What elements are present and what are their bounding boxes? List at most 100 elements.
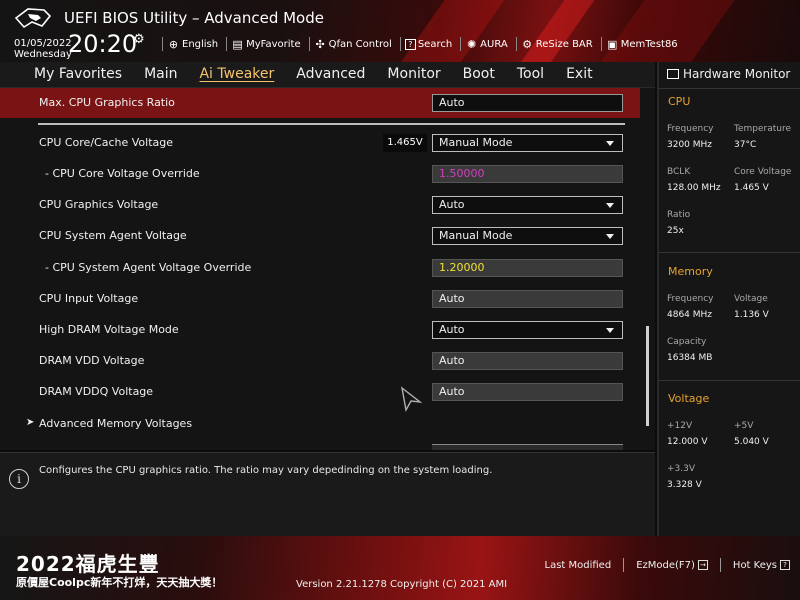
ratio-value: 25x [667,226,684,236]
chevron-right-icon: ➤ [26,417,35,428]
voltage-readout: 1.465V [383,134,427,152]
tab-monitor[interactable]: Monitor [387,66,440,82]
dram-vddq-voltage-input[interactable]: Auto [432,383,623,401]
cpu-section-heading: CPU [668,95,691,108]
hot-keys-button[interactable]: Hot Keys? [733,560,790,571]
bclk-label: BCLK [667,167,691,177]
aura-button[interactable]: ✺ AURA [465,38,508,51]
cpu-system-agent-voltage-override-input[interactable]: 1.20000 [432,259,623,277]
gear-icon[interactable]: ⚙ [133,32,145,47]
info-icon: i [9,469,29,489]
promo-banner-subtitle: 原價屋Coolpc新年不打烊，天天抽大獎！ [16,576,223,589]
voltage-section-heading: Voltage [668,392,710,405]
cpu-input-voltage-input[interactable]: Auto [432,290,623,308]
myfavorite-button[interactable]: ▤ MyFavorite [231,37,300,51]
cpu-frequency-label: Frequency [667,124,714,134]
capacity-label: Capacity [667,337,707,347]
dram-vdd-voltage-input[interactable]: Auto [432,352,623,370]
tab-tool[interactable]: Tool [517,66,544,82]
submenu-label: Advanced Memory Voltages [39,417,193,430]
v33-value: 3.328 V [667,480,702,490]
last-modified-button[interactable]: Last Modified [545,560,612,571]
help-text: Configures the CPU graphics ratio. The r… [39,465,493,476]
memtest-icon: ▣ [607,37,618,51]
mouse-cursor-icon [400,386,422,412]
memory-frequency-value: 4864 MHz [667,310,713,320]
exit-arrow-icon: → [697,560,708,570]
hardware-monitor-title: Hardware Monitor [667,67,790,81]
memtest86-button[interactable]: ▣ MemTest86 [606,38,678,51]
tab-ai-tweaker[interactable]: Ai Tweaker [199,66,274,82]
setting-label: CPU Input Voltage [39,292,139,305]
setting-label: - CPU Core Voltage Override [45,167,200,180]
v5-value: 5.040 V [734,437,769,447]
cpu-system-agent-voltage-select[interactable]: Manual Mode [432,227,623,245]
v33-label: +3.3V [667,464,696,474]
setting-row-cpu-graphics-voltage[interactable]: CPU Graphics Voltage Auto [0,190,640,220]
hardware-monitor-panel: Hardware Monitor CPU Frequency Temperatu… [657,62,800,536]
v12-label: +12V [667,421,693,431]
cpu-core-voltage-override-input[interactable]: 1.50000 [432,165,623,183]
v5-label: +5V [734,421,754,431]
cpu-frequency-value: 3200 MHz [667,140,713,150]
ratio-label: Ratio [667,210,691,220]
setting-row-cpu-core-voltage-override[interactable]: - CPU Core Voltage Override 1.50000 [0,159,640,189]
tab-boot[interactable]: Boot [463,66,495,82]
memory-voltage-value: 1.136 V [734,310,769,320]
setting-label: CPU Graphics Voltage [39,198,159,211]
tab-main[interactable]: Main [144,66,177,82]
setting-label: CPU Core/Cache Voltage [39,136,173,149]
resize-bar-button[interactable]: ⚙ ReSize BAR [521,37,592,51]
time-display: 20:20 [68,30,138,58]
help-icon: ? [780,560,790,570]
globe-icon: ⊕ [168,37,179,51]
monitor-icon [667,69,679,79]
help-icon: ? [404,38,416,50]
scrollbar[interactable] [646,326,649,426]
cpu-core-cache-voltage-select[interactable]: Manual Mode [432,134,623,152]
tab-exit[interactable]: Exit [566,66,593,82]
cpu-temperature-value: 37°C [734,140,757,150]
memory-frequency-label: Frequency [667,294,714,304]
app-title: UEFI BIOS Utility – Advanced Mode [64,9,324,27]
cpu-temperature-label: Temperature [734,124,792,134]
tab-advanced[interactable]: Advanced [296,66,365,82]
aura-icon: ✺ [467,37,477,51]
resize-bar-icon: ⚙ [522,37,533,51]
setting-row-dram-vdd-voltage[interactable]: DRAM VDD Voltage Auto [0,346,640,376]
language-button[interactable]: ⊕ English [167,38,218,51]
ezmode-button[interactable]: EzMode(F7) → [636,560,708,571]
promo-banner-title: 2022福虎生豐 [16,552,160,576]
max-cpu-graphics-ratio-input[interactable]: Auto [432,94,623,112]
high-dram-voltage-mode-select[interactable]: Auto [432,321,623,339]
setting-label: CPU System Agent Voltage [39,229,187,242]
bclk-value: 128.00 MHz [667,183,721,193]
favorite-icon: ▤ [232,37,243,51]
rog-logo-icon [14,8,52,29]
tab-my-favorites[interactable]: My Favorites [34,66,122,82]
setting-row-dram-vddq-voltage[interactable]: DRAM VDDQ Voltage Auto [0,377,640,407]
setting-row-cpu-input-voltage[interactable]: CPU Input Voltage Auto [0,284,640,314]
footer-bar: 2022福虎生豐 原價屋Coolpc新年不打烊，天天抽大獎！ Version 2… [0,536,800,600]
setting-row-cpu-system-agent-voltage-override[interactable]: - CPU System Agent Voltage Override 1.20… [0,253,640,283]
search-button[interactable]: ? Search [404,38,452,50]
qfan-control-button[interactable]: ✣ Qfan Control [314,38,392,51]
submenu-advanced-memory-voltages[interactable]: ➤ Advanced Memory Voltages [0,409,640,439]
setting-row-max-cpu-graphics-ratio[interactable]: Max. CPU Graphics Ratio Auto [0,88,640,118]
weekday-text: Wednesday [14,49,72,60]
capacity-value: 16384 MB [667,353,713,363]
setting-label: - CPU System Agent Voltage Override [45,261,252,274]
setting-label: Max. CPU Graphics Ratio [39,96,175,109]
fan-icon: ✣ [315,37,325,51]
next-row-edge [432,444,623,450]
setting-row-cpu-system-agent-voltage[interactable]: CPU System Agent Voltage Manual Mode [0,221,640,251]
date-text: 01/05/2022 [14,38,72,49]
setting-label: High DRAM Voltage Mode [39,323,179,336]
toolbar: ⊕ English ▤ MyFavorite ✣ Qfan Control ? Sear… [158,36,682,52]
cpu-graphics-voltage-select[interactable]: Auto [432,196,623,214]
setting-label: DRAM VDD Voltage [39,354,145,367]
date-display: 01/05/2022 Wednesday [14,38,72,60]
setting-row-cpu-core-cache-voltage[interactable]: CPU Core/Cache Voltage 1.465V Manual Mod… [0,128,640,158]
setting-row-high-dram-voltage-mode[interactable]: High DRAM Voltage Mode Auto [0,315,640,345]
core-voltage-value: 1.465 V [734,183,769,193]
